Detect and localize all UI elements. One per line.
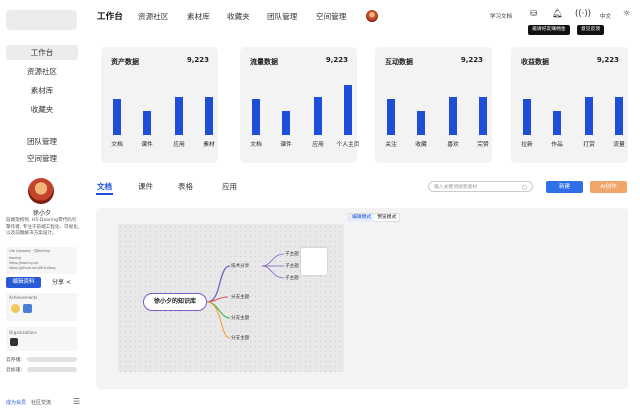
app-root: 工作台 资源社区 素材库 收藏夹 团队管理 空间管理 徐小夕 前端架构师, H5… (0, 0, 640, 417)
mindmap-connectors (206, 253, 285, 339)
connector (206, 301, 231, 339)
mindmap-branch-node[interactable]: 分支主题 (231, 335, 249, 341)
mindmap-branch-node[interactable]: 分支主题 (231, 294, 249, 300)
mindmap-popover[interactable] (301, 248, 327, 275)
mindmap-root-node[interactable]: 徐小夕的知识库 (143, 293, 207, 311)
connector (261, 253, 285, 267)
mindmap-branch-node[interactable]: 技术分享 (231, 263, 249, 269)
connector (261, 265, 285, 279)
connector (206, 296, 229, 303)
mindmap-leaf-node[interactable]: 子主题 (285, 263, 299, 269)
mindmap-leaf-node[interactable]: 子主题 (285, 275, 299, 281)
mindmap-leaf-node[interactable]: 子主题 (285, 251, 299, 257)
mindmap-branch-node[interactable]: 分支主题 (231, 315, 249, 321)
